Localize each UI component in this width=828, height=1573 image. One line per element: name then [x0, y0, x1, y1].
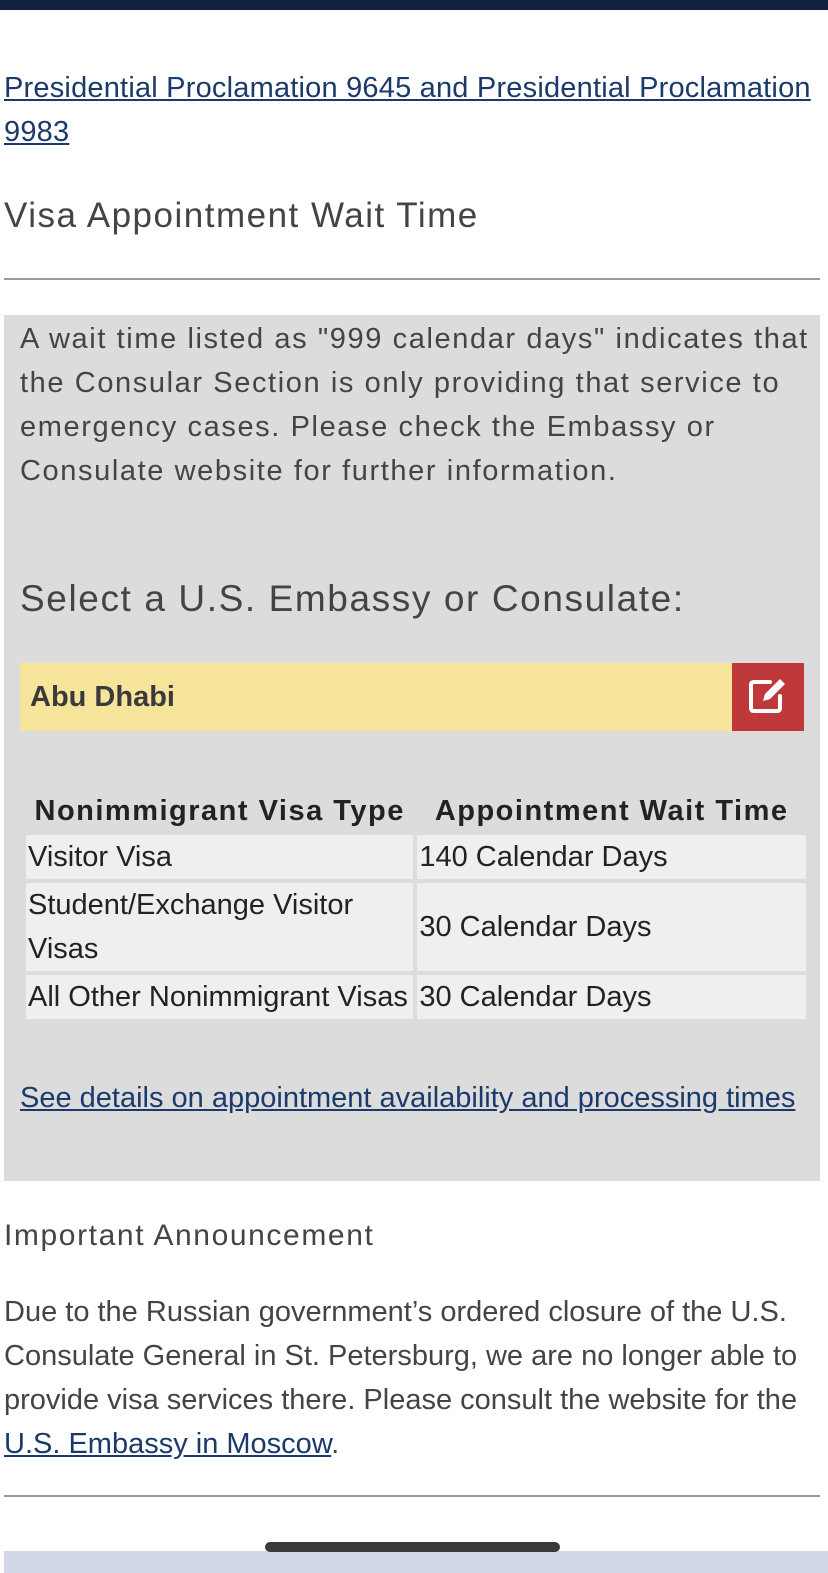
edit-post-button[interactable]	[732, 663, 804, 731]
edit-icon	[748, 676, 788, 719]
header-wait-time: Appointment Wait Time	[434, 794, 789, 827]
visa-type-cell: All Other Nonimmigrant Visas	[26, 975, 414, 1019]
header-visa-type: Nonimmigrant Visa Type	[34, 794, 405, 827]
section-title: Visa Appointment Wait Time	[4, 196, 479, 235]
embassy-moscow-link[interactable]: U.S. Embassy in Moscow	[4, 1428, 331, 1460]
table-row: All Other Nonimmigrant Visas 30 Calendar…	[26, 975, 806, 1019]
top-bar	[0, 0, 828, 10]
divider	[4, 1495, 820, 1497]
footer-strip	[4, 1551, 828, 1573]
proclamation-link[interactable]: Presidential Proclamation 9645 and Presi…	[4, 66, 814, 154]
home-indicator[interactable]	[265, 1542, 560, 1552]
wait-time-panel: A wait time listed as "999 calendar days…	[4, 315, 820, 1181]
wait-time-table: Nonimmigrant Visa Type Appointment Wait …	[22, 787, 810, 1023]
visa-type-cell: Student/Exchange Visitor Visas	[26, 883, 414, 971]
selected-post: Abu Dhabi	[30, 681, 175, 713]
post-selector[interactable]: Abu Dhabi	[20, 663, 804, 731]
wait-time-cell: 30 Calendar Days	[417, 975, 806, 1019]
wait-time-intro: A wait time listed as "999 calendar days…	[20, 323, 809, 487]
table-row: Student/Exchange Visitor Visas 30 Calend…	[26, 883, 806, 971]
announcement-title: Important Announcement	[4, 1219, 375, 1252]
table-row: Visitor Visa 140 Calendar Days	[26, 835, 806, 879]
announcement-end: .	[331, 1428, 340, 1460]
announcement-body: Due to the Russian government’s ordered …	[4, 1290, 814, 1466]
announcement-text: Due to the Russian government’s ordered …	[4, 1296, 798, 1416]
details-link[interactable]: See details on appointment availability …	[20, 1078, 795, 1118]
visa-type-cell: Visitor Visa	[26, 835, 414, 879]
wait-time-cell: 30 Calendar Days	[417, 883, 806, 971]
wait-time-cell: 140 Calendar Days	[417, 835, 806, 879]
divider	[4, 278, 820, 280]
select-post-title: Select a U.S. Embassy or Consulate:	[20, 578, 685, 619]
